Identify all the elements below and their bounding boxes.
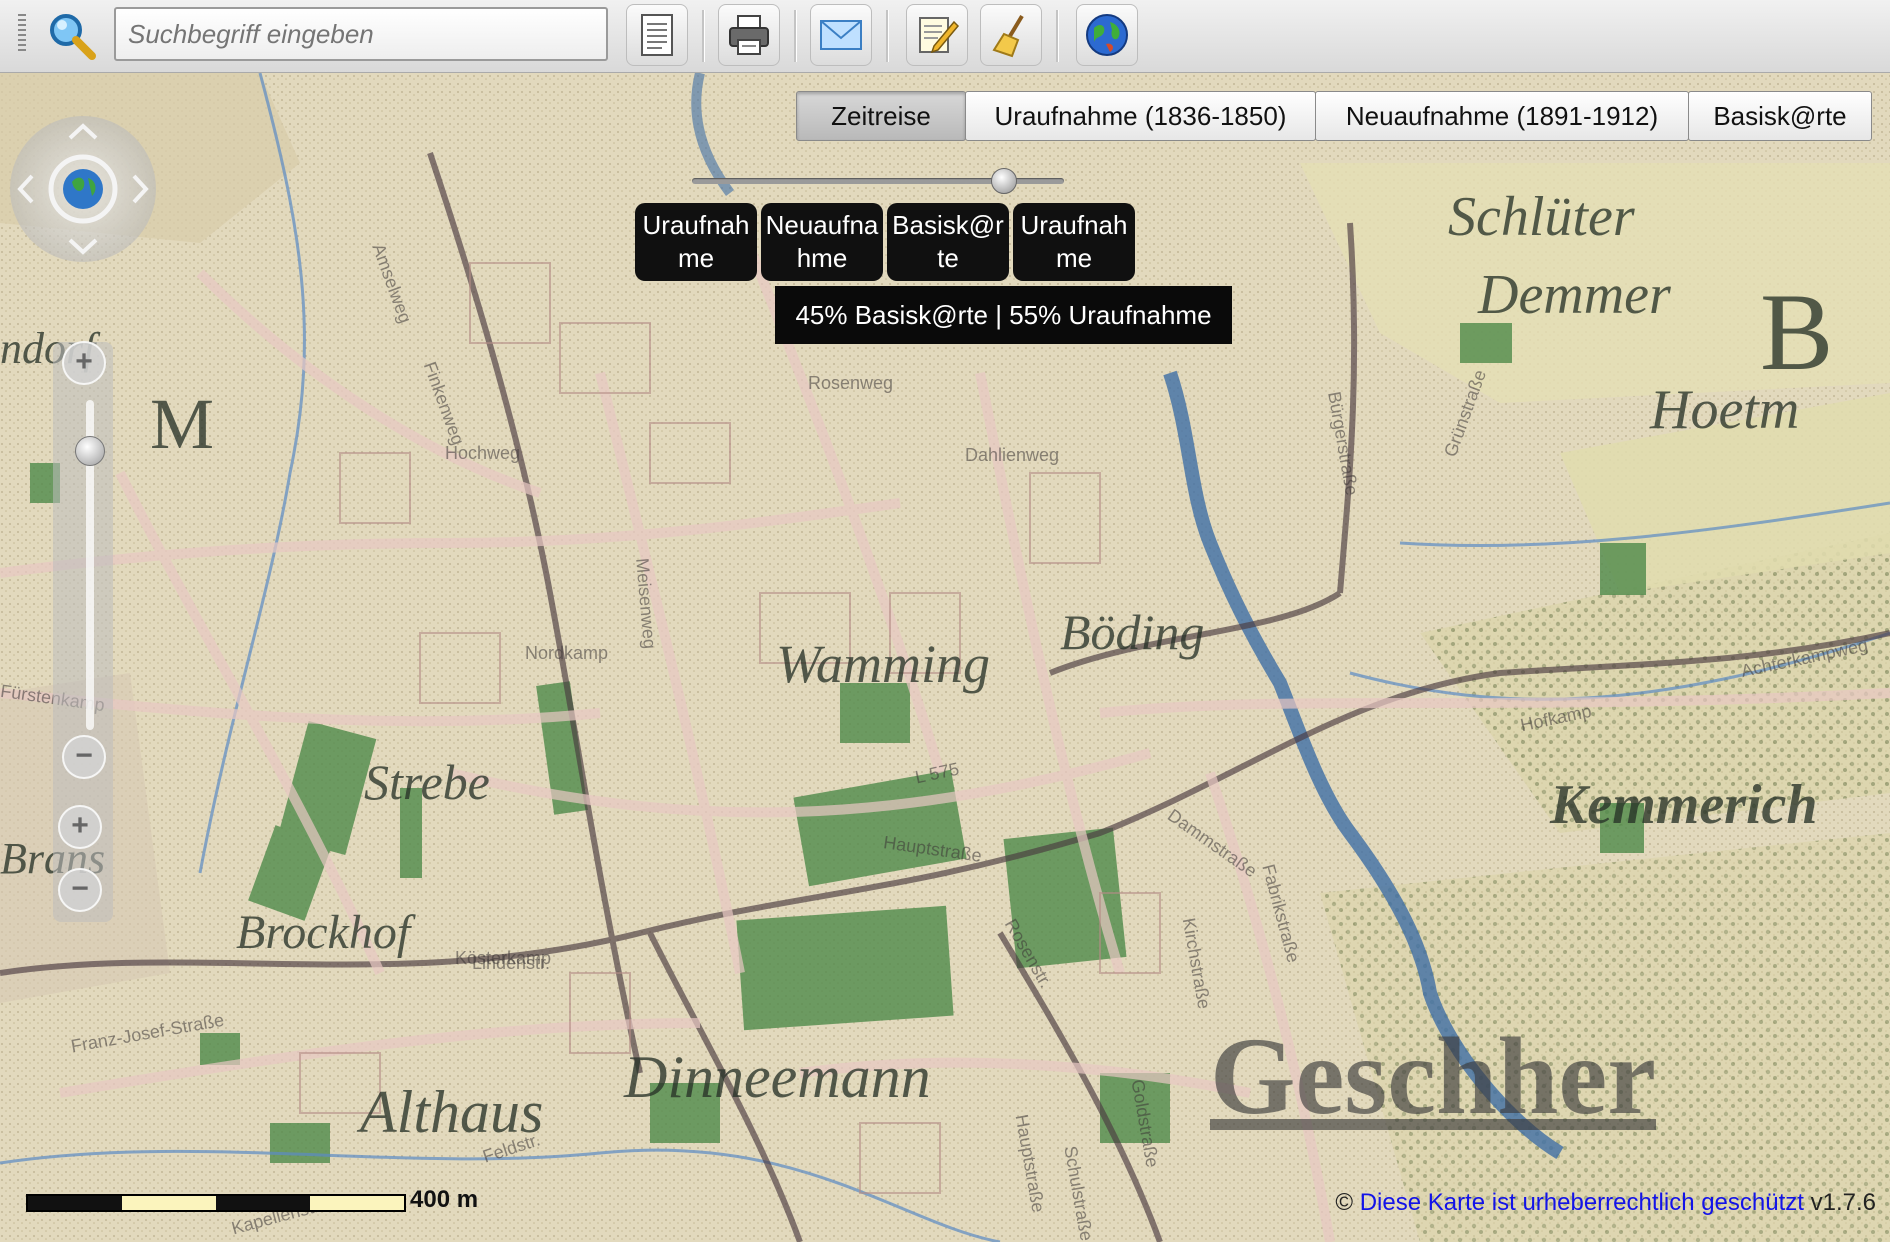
map-place-label: Schlüter (1448, 186, 1635, 248)
map-street-label: Dahlienweg (965, 445, 1060, 465)
tab-zeitreise[interactable]: Zeitreise (796, 91, 966, 141)
minus-icon: − (75, 739, 93, 772)
zoom-out-icon: − (71, 872, 89, 905)
map-street-label: Kösterkamp (455, 948, 552, 968)
search-input[interactable] (114, 7, 608, 61)
map-place-label: Kemmerich (1550, 774, 1818, 836)
zoom-slider-out-button[interactable]: − (62, 735, 106, 779)
toolbar-separator (1056, 10, 1059, 62)
print-button[interactable] (718, 4, 780, 66)
tab-neuaufnahme[interactable]: Neuaufnahme (1891-1912) (1315, 91, 1689, 141)
map-street-label: Nordkamp (525, 643, 609, 663)
globe-button[interactable] (1076, 4, 1138, 66)
copyright-notice: © Diese Karte ist urheberrechtlich gesch… (1335, 1189, 1876, 1217)
tab-uraufnahme[interactable]: Uraufnahme (1836-1850) (965, 91, 1316, 141)
toolbar-separator (702, 10, 705, 62)
map-place-label: Böding (1060, 604, 1205, 660)
mail-button[interactable] (810, 4, 872, 66)
scale-bar (26, 1194, 406, 1212)
map-place-label: Strebe (364, 754, 490, 810)
era-button-neuaufnahme[interactable]: Neuaufnahme (761, 203, 883, 281)
layer-switcher: Zeitreise Uraufnahme (1836-1850) Neuaufn… (796, 91, 1872, 143)
scale-label: 400 m (410, 1186, 479, 1213)
toolbar-grip[interactable] (18, 14, 26, 54)
toolbar-separator (794, 10, 797, 62)
version-label: v1.7.6 (1810, 1189, 1876, 1216)
era-button-group: Uraufnahme Neuaufnahme Basisk@rte Uraufn… (635, 203, 1139, 281)
zoom-slider-in-button[interactable]: + (62, 341, 106, 385)
map-place-label: Geschher (1210, 1015, 1657, 1137)
map-place-label: Wamming (776, 634, 991, 694)
map-place-label: Brockhof (236, 906, 411, 959)
era-button-basiskarte[interactable]: Basisk@rte (887, 203, 1009, 281)
time-slider-handle[interactable] (991, 168, 1017, 194)
search-icon[interactable] (46, 10, 98, 62)
map-street-label: Hochweg (445, 443, 521, 463)
copyright-link[interactable]: Diese Karte ist urheberrechtlich geschüt… (1360, 1189, 1804, 1216)
tab-basiskarte[interactable]: Basisk@rte (1688, 91, 1872, 141)
zoom-in-button[interactable]: + (58, 805, 102, 849)
document-button[interactable] (626, 4, 688, 66)
copyright-symbol: © (1335, 1189, 1354, 1216)
era-button-uraufnahme-2[interactable]: Uraufnahme (1013, 203, 1135, 281)
edit-button[interactable] (906, 4, 968, 66)
map-place-label: B (1760, 271, 1834, 393)
map-place-label: Demmer (1478, 264, 1671, 326)
zoom-slider-handle[interactable] (75, 436, 105, 466)
pan-compass-icon (17, 123, 149, 255)
clear-button[interactable] (980, 4, 1042, 66)
pan-control[interactable] (10, 116, 156, 262)
toolbar-separator (886, 10, 889, 62)
map-place-label: Hoetm (1650, 379, 1800, 441)
map-place-label: Dinneemann (624, 1044, 931, 1110)
map-street-label: Rosenweg (808, 373, 894, 393)
blend-tooltip: 45% Basisk@rte | 55% Uraufnahme (775, 286, 1232, 344)
zoom-in-icon: + (71, 809, 89, 842)
toolbar (0, 0, 1890, 73)
map-place-label: M (150, 384, 215, 464)
zoom-out-button[interactable]: − (58, 868, 102, 912)
era-button-uraufnahme[interactable]: Uraufnahme (635, 203, 757, 281)
plus-icon: + (75, 345, 93, 378)
